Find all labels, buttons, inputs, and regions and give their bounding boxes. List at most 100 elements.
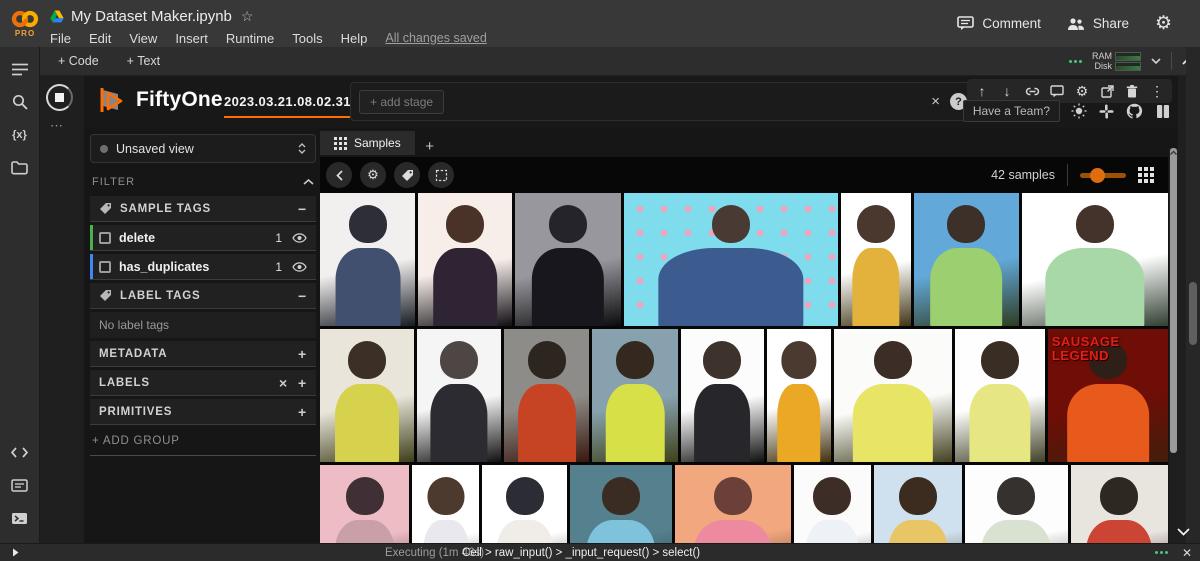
sample-image-girl-white-blouse[interactable] [412,465,479,543]
page-scrollbar[interactable] [1186,47,1200,543]
brightness-icon[interactable] [1069,102,1088,121]
clear-icon[interactable]: × [279,375,288,391]
sample-image-girl-yellow-tee[interactable] [955,329,1045,462]
sample-image-sporty-girl-frying-pan[interactable] [320,329,414,462]
autosave-status[interactable]: All changes saved [385,31,486,45]
sample-image-girl-black-tank[interactable] [681,329,763,462]
sample-image-anime-maid-girl-white-bg[interactable] [320,193,415,326]
share-button[interactable]: Share [1067,16,1129,31]
colab-logo[interactable]: PRO [0,0,50,47]
sample-image-duck-hoodie-girl[interactable] [767,329,831,462]
search-icon[interactable] [10,92,30,112]
sample-image-girl-popsicle[interactable] [965,465,1068,543]
sample-image-maid-black-white[interactable] [417,329,501,462]
expand-icon[interactable]: + [298,375,307,391]
sample-image-girl-white-shirt[interactable] [794,465,871,543]
add-stage-input[interactable]: + add stage [359,90,444,114]
cell-settings-icon[interactable]: ⚙ [1073,82,1091,100]
metadata-header[interactable]: METADATA + [90,341,316,367]
add-group-button[interactable]: + ADD GROUP [90,435,316,456]
move-cell-up-icon[interactable]: ↑ [973,82,991,100]
variables-icon[interactable]: {x} [10,125,30,145]
select-samples-button[interactable] [428,162,454,188]
sample-image-blue-hood-girl[interactable] [570,465,672,543]
menu-help[interactable]: Help [341,31,368,46]
sidebar-scroll-up-icon[interactable] [303,179,314,185]
back-button[interactable] [326,162,352,188]
expand-icon[interactable]: + [298,404,307,420]
grid-scrollbar[interactable] [1169,148,1178,543]
sample-image-chibi-crying-girl-duck[interactable] [834,329,952,462]
tag-row-has-duplicates[interactable]: has_duplicates 1 [90,254,316,280]
grid-zoom-slider[interactable] [1080,168,1126,182]
sample-image-pink-pillow-girl[interactable] [320,465,409,543]
sample-image-straw-hat-sunflowers[interactable] [874,465,962,543]
have-a-team-button[interactable]: Have a Team? [963,100,1060,122]
resource-monitor[interactable]: RAM Disk [1092,52,1141,71]
terminal-icon[interactable] [10,508,30,528]
settings-gear-icon[interactable]: ⚙ [1155,12,1172,35]
tag-checkbox[interactable] [99,261,111,273]
link-cell-icon[interactable] [1023,82,1041,100]
page-scrollbar-handle[interactable] [1189,282,1197,345]
table-of-contents-icon[interactable] [10,59,30,79]
resources-dropdown-icon[interactable] [1151,58,1161,64]
sample-image-sunset-swim-girl[interactable] [675,465,791,543]
close-status-icon[interactable]: ✕ [1182,546,1192,560]
sample-image-girl-green-shirt-cap[interactable] [1022,193,1168,326]
sample-image-girl-at-door[interactable] [592,329,678,462]
sample-image-girl-black-croptop-gray[interactable] [515,193,621,326]
notebook-title[interactable]: My Dataset Maker.ipynb [71,8,232,25]
slack-icon[interactable] [1097,102,1116,121]
clear-stages-icon[interactable]: × [921,93,950,110]
status-play-icon[interactable] [12,548,19,557]
tag-row-delete[interactable]: delete 1 [90,225,316,251]
labels-header[interactable]: LABELS × + [90,370,316,396]
tab-samples[interactable]: Samples [320,131,415,155]
jump-to-bottom-icon[interactable] [1177,528,1190,536]
primitives-header[interactable]: PRIMITIVES + [90,399,316,425]
sample-image-cat-ear-chibi[interactable] [482,465,566,543]
collapse-icon[interactable]: − [298,201,307,217]
eye-icon[interactable] [292,262,307,272]
label-tags-header[interactable]: LABEL TAGS − [90,283,316,309]
dataset-version[interactable]: 2023.03.21.08.02.31 [224,94,351,118]
sample-image-girl-red-white-cap[interactable] [1071,465,1168,543]
cell-more-icon[interactable]: ⋯ [50,118,65,134]
move-cell-down-icon[interactable]: ↓ [998,82,1016,100]
docs-book-icon[interactable] [1153,102,1172,121]
sample-image-yellow-hoodie-girl[interactable] [841,193,911,326]
menu-file[interactable]: File [50,31,71,46]
grid-settings-button[interactable]: ⚙ [360,162,386,188]
sample-image-girl-city-rooftop[interactable] [914,193,1019,326]
delete-cell-icon[interactable] [1123,82,1141,100]
cell-more-actions-icon[interactable]: ⋮ [1148,82,1166,100]
add-code-button[interactable]: + Code [48,52,109,70]
stop-execution-button[interactable] [46,84,73,111]
add-text-button[interactable]: + Text [117,52,170,70]
grid-view-icon[interactable] [1138,167,1154,183]
sample-image-girl-red-qipao[interactable] [504,329,589,462]
saved-view-selector[interactable]: Unsaved view [90,134,316,163]
menu-insert[interactable]: Insert [175,31,208,46]
menu-view[interactable]: View [129,31,157,46]
execution-trace[interactable]: Cell > raw_input() > _input_request() > … [462,547,700,559]
menu-edit[interactable]: Edit [89,31,111,46]
expand-icon[interactable]: + [298,346,307,362]
eye-icon[interactable] [292,233,307,243]
tag-samples-button[interactable] [394,162,420,188]
command-palette-icon[interactable] [10,475,30,495]
files-icon[interactable] [10,158,30,178]
view-stage-bar[interactable]: + add stage × ? [350,82,978,121]
cell-comment-icon[interactable] [1048,82,1066,100]
sample-image-girl-black-dress-beret[interactable] [418,193,511,326]
new-space-button[interactable]: + [415,138,445,155]
tag-checkbox[interactable] [99,232,111,244]
open-in-tab-icon[interactable] [1098,82,1116,100]
github-icon[interactable] [1125,102,1144,121]
collapse-icon[interactable]: − [298,288,307,304]
star-icon[interactable]: ☆ [241,8,254,25]
menu-runtime[interactable]: Runtime [226,31,274,46]
code-snippets-icon[interactable] [10,442,30,462]
comment-button[interactable]: Comment [957,16,1041,31]
